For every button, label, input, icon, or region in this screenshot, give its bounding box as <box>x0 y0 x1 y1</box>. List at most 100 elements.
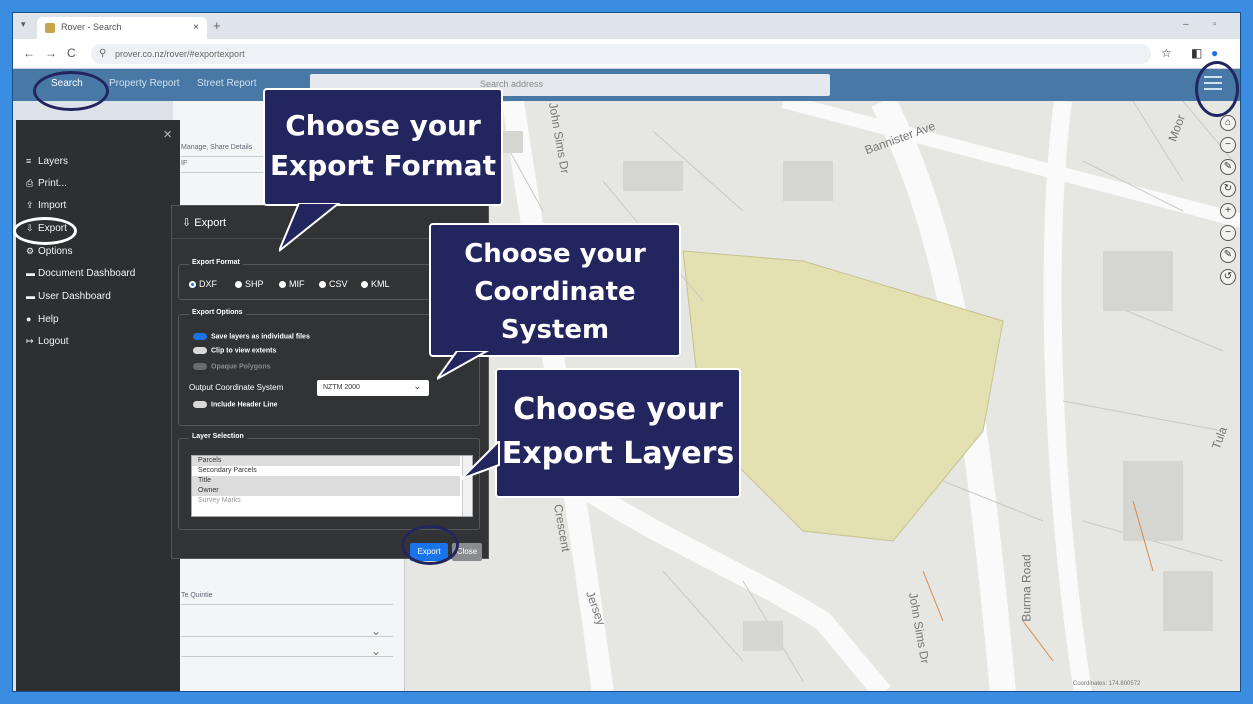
toggle-switch <box>193 401 207 408</box>
home-view-icon[interactable]: ⌂ <box>1220 115 1236 131</box>
import-icon: ⇪ <box>26 200 34 210</box>
radio-csv[interactable]: CSV <box>319 279 348 289</box>
minus-tool-icon[interactable]: − <box>1220 137 1236 153</box>
list-item[interactable]: Parcels <box>192 456 460 466</box>
measure-tool-icon[interactable]: ✎ <box>1220 247 1236 263</box>
tab-property-report[interactable]: Property Report <box>109 78 180 89</box>
callout-export-layers: Choose your Export Layers <box>495 368 741 498</box>
refresh-tool-icon[interactable]: ↻ <box>1220 181 1236 197</box>
radio-dot <box>189 281 196 289</box>
chevron-down-icon: ⌄ <box>413 381 421 391</box>
app-toolbar: Search Property Report Street Report Sea… <box>13 69 1240 101</box>
sidepanel-icon[interactable]: ◧ <box>1191 46 1202 60</box>
toggle-opaque-polygons: Opaque Polygons <box>193 363 271 370</box>
browser-address-bar: ← → C ⚲ prover.co.nz/rover/#exportexport… <box>13 39 1240 69</box>
help-icon: ● <box>26 314 32 324</box>
gear-icon: ⚙ <box>26 246 35 256</box>
menu-item-user-dashboard[interactable]: ▬ User Dashboard <box>26 291 111 302</box>
rotate-tool-icon[interactable]: ↺ <box>1220 269 1236 285</box>
tab-street-report[interactable]: Street Report <box>197 78 256 89</box>
export-icon: ⇩ <box>182 217 192 229</box>
menu-item-logout[interactable]: ↦ Logout <box>26 336 69 347</box>
tab-title: Rover - Search <box>61 22 122 32</box>
back-button[interactable]: ← <box>23 46 35 60</box>
menu-item-document-dashboard[interactable]: ▬ Document Dashboard <box>26 268 135 279</box>
highlight-ring-export <box>13 217 77 245</box>
radio-dot <box>319 281 326 289</box>
minimize-icon[interactable]: – <box>1183 19 1189 30</box>
url-text: prover.co.nz/rover/#exportexport <box>115 49 245 59</box>
chevron-down-icon: ⌄ <box>370 624 381 638</box>
profile-icon[interactable]: ● <box>1211 46 1218 60</box>
fieldset-legend: Export Options <box>189 309 246 316</box>
new-tab-button[interactable]: + <box>213 18 221 33</box>
layer-selection-fieldset: Layer Selection Parcels Secondary Parcel… <box>178 433 480 530</box>
radio-dot <box>279 281 286 289</box>
toggle-clip-extents[interactable]: Clip to view extents <box>193 347 276 354</box>
callout-export-format: Choose your Export Format <box>263 88 503 206</box>
chevron-down-icon: ⌄ <box>370 644 381 658</box>
browser-tab-strip: ▾ Rover - Search × + – ▫ <box>13 13 1240 39</box>
folder-icon: ▬ <box>26 291 35 301</box>
toggle-switch <box>193 363 207 370</box>
toggle-save-individual[interactable]: Save layers as individual files <box>193 333 310 340</box>
side-menu: × ≡ Layers ⎙ Print... ⇪ Import ⇩ Export ⚙ Opt… <box>16 120 180 691</box>
radio-shp[interactable]: SHP <box>235 279 264 289</box>
radio-dot <box>235 281 242 289</box>
toggle-switch <box>193 333 207 340</box>
callout-pointer <box>437 351 490 380</box>
menu-item-layers[interactable]: ≡ Layers <box>26 156 68 167</box>
list-item[interactable]: Owner <box>192 486 460 496</box>
fieldset-legend: Export Format <box>189 259 243 266</box>
radio-mif[interactable]: MIF <box>279 279 305 289</box>
callout-coordinate-system: Choose your Coordinate System <box>429 223 681 357</box>
panel-row[interactable]: ⌄ <box>181 641 393 658</box>
fieldset-legend: Layer Selection <box>189 433 247 440</box>
radio-dot <box>361 281 368 289</box>
menu-item-print[interactable]: ⎙ Print... <box>26 178 67 189</box>
highlight-ring-search <box>33 71 109 111</box>
menu-item-options[interactable]: ⚙ Options <box>26 246 72 257</box>
list-item[interactable]: Secondary Parcels <box>192 466 460 476</box>
forward-button[interactable]: → <box>45 46 57 60</box>
coordinate-system-select[interactable]: NZTM 2000 ⌄ <box>317 380 429 396</box>
layer-list[interactable]: Parcels Secondary Parcels Title Owner Su… <box>191 455 473 517</box>
radio-dxf[interactable]: DXF <box>189 279 217 289</box>
logout-icon: ↦ <box>26 336 34 346</box>
zoom-out-icon[interactable]: − <box>1220 225 1236 241</box>
list-item[interactable]: Survey Marks <box>192 496 460 506</box>
dialog-title: ⇩ Export <box>182 217 227 229</box>
screen-frame: ▾ Rover - Search × + – ▫ ← → C ⚲ prover.… <box>12 12 1241 692</box>
maximize-icon[interactable]: ▫ <box>1213 19 1217 30</box>
toggle-switch <box>193 347 207 354</box>
map-tools: ⌂ − ✎ ↻ + − ✎ ↺ <box>1220 115 1238 291</box>
callout-pointer <box>461 441 500 480</box>
menu-item-import[interactable]: ⇪ Import <box>26 200 66 211</box>
street-label: Burma Road <box>1019 554 1034 622</box>
url-field[interactable]: ⚲ prover.co.nz/rover/#exportexport <box>91 44 1151 64</box>
menu-item-help[interactable]: ● Help <box>26 314 59 325</box>
close-icon[interactable]: × <box>163 126 172 143</box>
highlight-ring-menu <box>1195 61 1239 117</box>
site-info-icon[interactable]: ⚲ <box>99 48 106 59</box>
highlight-ring-export-button <box>401 525 459 565</box>
panel-row: Te Quintie <box>181 589 393 605</box>
zoom-in-icon[interactable]: + <box>1220 203 1236 219</box>
panel-row[interactable]: ⌄ <box>181 621 393 638</box>
tab-list-icon[interactable]: ▾ <box>21 19 26 30</box>
print-icon: ⎙ <box>26 178 34 188</box>
browser-tab[interactable]: Rover - Search × <box>37 17 207 39</box>
layers-icon: ≡ <box>26 156 32 166</box>
folder-icon: ▬ <box>26 268 35 278</box>
callout-pointer <box>279 203 341 252</box>
radio-kml[interactable]: KML <box>361 279 390 289</box>
favicon-icon <box>45 23 55 33</box>
coordinate-system-label: Output Coordinate System <box>189 383 284 392</box>
tab-close-icon[interactable]: × <box>193 22 199 33</box>
reload-button[interactable]: C <box>67 46 76 60</box>
edit-tool-icon[interactable]: ✎ <box>1220 159 1236 175</box>
list-item[interactable]: Title <box>192 476 460 486</box>
toggle-header-line[interactable]: Include Header Line <box>193 401 278 408</box>
coordinate-readout: Coordinates: 174.800572 <box>1073 681 1141 687</box>
bookmark-star-icon[interactable]: ☆ <box>1161 46 1172 60</box>
